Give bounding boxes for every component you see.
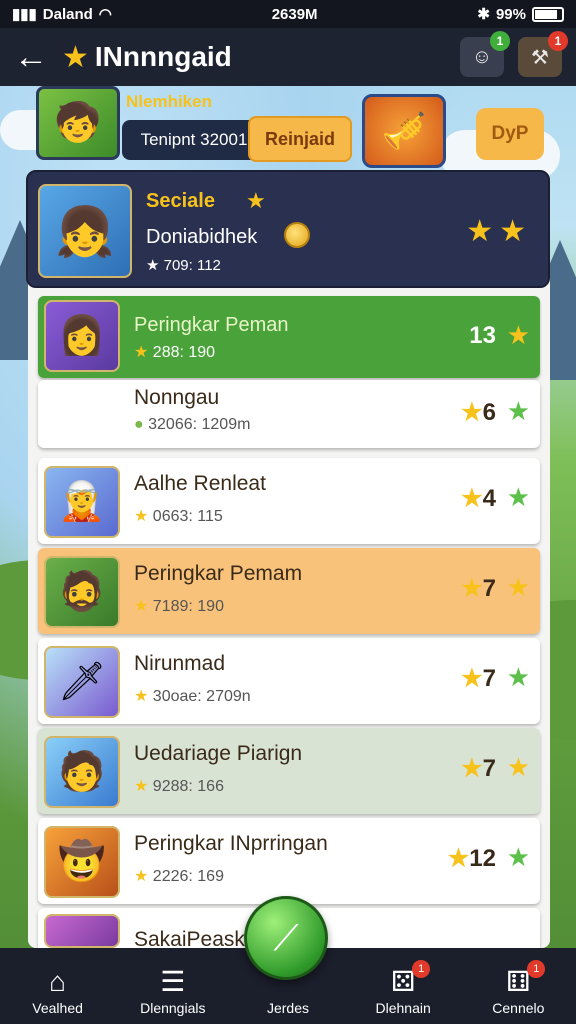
nav-label: Jerdes xyxy=(266,1000,309,1016)
player-rank: ★6 xyxy=(461,399,496,426)
app-header: ← ★ INnnngaid ☺ 1 ⚒ 1 xyxy=(0,28,576,86)
nav-settings[interactable]: ⚅ 1 Cennelo xyxy=(463,960,573,1016)
list-item[interactable]: 🧝 Aalhe Renleat ★ 0663: 115 ★4 ★ xyxy=(38,458,540,544)
list-item[interactable]: 🤠 Peringkar INprringan ★ 2226: 169 ★12 ★ xyxy=(38,818,540,904)
player-rank: ★7 xyxy=(461,575,496,602)
star-icon: ★ xyxy=(506,482,530,512)
star-icon: ★ xyxy=(246,188,266,213)
player-score: ★ 288: 190 xyxy=(134,344,216,361)
notification-badge: 1 xyxy=(527,960,546,978)
home-icon: ⌂ xyxy=(49,966,67,997)
nav-label: Dlehnain xyxy=(375,1000,431,1016)
play-button[interactable]: ⟋ xyxy=(244,896,328,980)
avatar: 🧝 xyxy=(44,466,120,538)
player-rank: ★4 xyxy=(461,485,496,512)
event-join-button[interactable]: Reinjaid xyxy=(248,116,352,162)
player-rank: ★12 xyxy=(447,845,496,872)
list-item[interactable]: 🧑 Uedariage Piarign ★ 9288: 166 ★7 ★ xyxy=(38,728,540,814)
star-icon: ★ xyxy=(506,396,530,426)
player-score: ★ 2226: 169 xyxy=(134,868,224,885)
avatar: 👧 xyxy=(38,184,132,278)
list-item[interactable]: 🗡 Nirunmad ★ 30oae: 2709n ★7 ★ xyxy=(38,638,540,724)
event-code: Tenipnt 32001 xyxy=(122,120,266,160)
avatar: 🧑 xyxy=(44,736,120,808)
notification-badge: 1 xyxy=(490,31,510,51)
player-name: Aalhe Renleat xyxy=(134,472,266,495)
player-name: Nonngau xyxy=(134,386,220,409)
robot-icon: ☺ xyxy=(471,45,493,68)
player-label: Doniabidhek xyxy=(146,226,258,248)
nav-dice[interactable]: ⚄ 1 Dlehnain xyxy=(348,960,458,1016)
star-icon: ★ xyxy=(506,752,530,782)
player-score: ● 32066: 1209m xyxy=(134,416,251,433)
play-icon: ⟋ xyxy=(273,916,299,958)
rating-stars-icon: ★★ xyxy=(466,215,532,248)
clock: 2639M xyxy=(271,5,318,23)
back-arrow-icon[interactable]: ← xyxy=(14,38,62,77)
notification-badge: 1 xyxy=(412,960,431,978)
star-icon: ★ xyxy=(62,40,89,74)
nav-label: Dlenngials xyxy=(140,1000,206,1016)
nav-home[interactable]: ⌂ Vealhed xyxy=(3,964,113,1016)
player-rank: ★7 xyxy=(461,755,496,782)
player-rank: ★7 xyxy=(461,665,496,692)
nav-list[interactable]: ☰ Dlenngials xyxy=(118,964,228,1016)
event-thumbnail: 🧒 xyxy=(36,86,120,160)
status-bar: ▮▮▮ Daland ◠ 2639M ✱ 99% xyxy=(0,0,576,28)
current-player-card[interactable]: 👧 Seciale ★ Doniabidhek ★ 709: 112 ★★ xyxy=(26,170,550,288)
event-reward-image: 🎺 xyxy=(362,94,446,168)
battery-percent: 99% xyxy=(495,5,526,23)
player-name: Peringkar Pemam xyxy=(134,562,303,585)
coin-icon xyxy=(284,222,310,248)
signal-icon: ▮▮▮ xyxy=(12,6,37,23)
event-name: Nlemhiken xyxy=(126,92,212,111)
player-score: ★ 709: 112 xyxy=(146,257,221,274)
tool-button[interactable]: ⚒ 1 xyxy=(518,31,568,77)
battery-icon xyxy=(531,6,564,22)
avatar: 🗡 xyxy=(44,646,120,718)
player-name: Peringkar INprringan xyxy=(134,832,328,855)
player-score: ★ 9288: 166 xyxy=(134,778,224,795)
player-rank: 13 xyxy=(469,322,496,349)
event-banner: 🧒 Nlemhiken Tenipnt 32001 Reinjaid 🎺 DyP xyxy=(30,86,550,172)
star-icon: ★ xyxy=(506,320,530,350)
player-name: Peringkar Peman xyxy=(134,314,289,336)
list-item[interactable]: Nonngau ● 32066: 1209m ★6 ★ xyxy=(38,380,540,448)
player-score: ★ 7189: 190 xyxy=(134,598,224,615)
event-right-button[interactable]: DyP xyxy=(476,108,544,160)
wifi-icon: ◠ xyxy=(98,6,112,23)
notification-badge: 1 xyxy=(548,31,568,51)
profile-button[interactable]: ☺ 1 xyxy=(460,31,510,77)
player-score: ★ 0663: 115 xyxy=(134,508,223,525)
carrier-name: Daland xyxy=(42,5,93,23)
star-icon: ★ xyxy=(506,662,530,692)
player-score: ★ 30oae: 2709n xyxy=(134,688,251,705)
star-icon: ★ xyxy=(506,572,530,602)
avatar xyxy=(44,914,120,948)
page-title: INnnngaid xyxy=(94,41,232,72)
player-name: Nirunmad xyxy=(134,652,226,675)
star-icon: ★ xyxy=(506,842,530,872)
avatar: 👩 xyxy=(44,300,120,372)
bluetooth-icon: ✱ xyxy=(477,6,490,23)
list-icon: ☰ xyxy=(160,966,186,997)
list-item[interactable]: 👩 Peringkar Peman ★ 288: 190 13 ★ xyxy=(38,296,540,378)
nav-label: Vealhed xyxy=(32,1000,83,1016)
hammer-icon: ⚒ xyxy=(531,46,549,69)
avatar: 🤠 xyxy=(44,826,120,898)
player-name: Seciale xyxy=(146,190,215,212)
avatar: 🧔 xyxy=(44,556,120,628)
nav-label: Cennelo xyxy=(492,1000,545,1016)
player-name: Uedariage Piarign xyxy=(134,742,303,765)
list-item[interactable]: 🧔 Peringkar Pemam ★ 7189: 190 ★7 ★ xyxy=(38,548,540,634)
